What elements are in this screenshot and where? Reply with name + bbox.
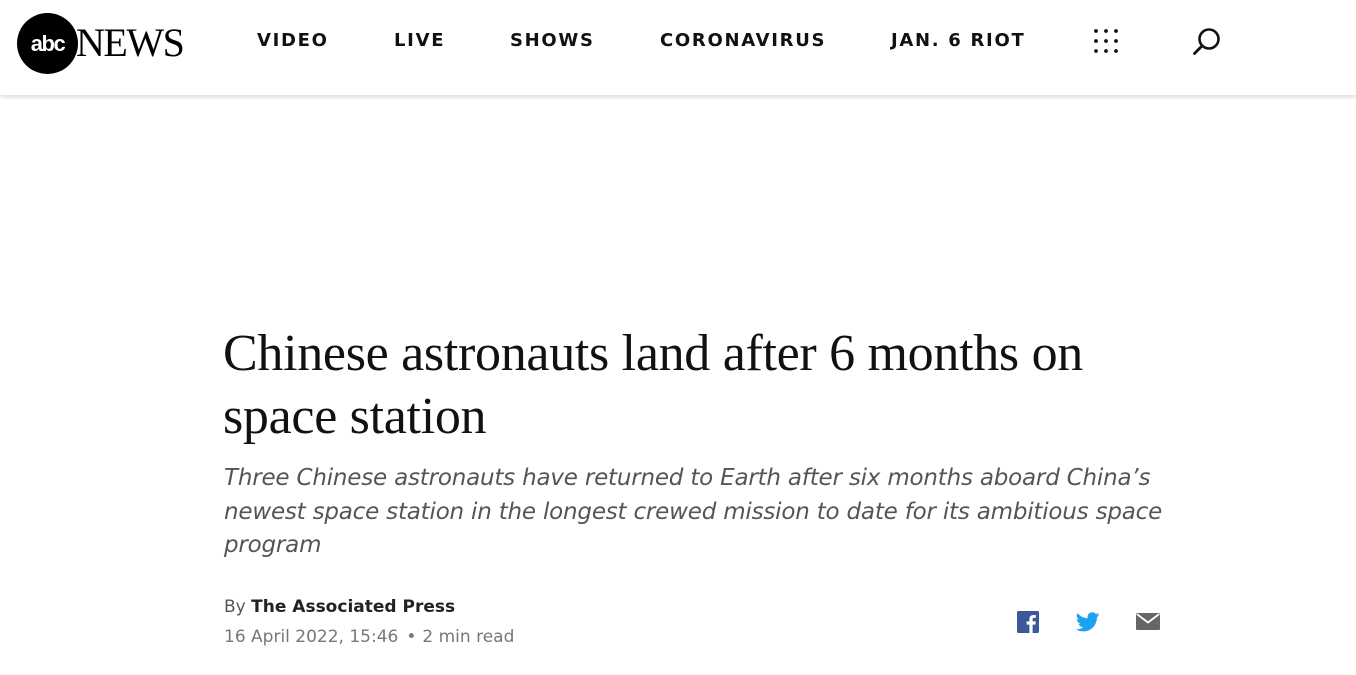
article-byline: By The Associated Press	[224, 596, 455, 618]
author-link[interactable]: The Associated Press	[251, 597, 455, 617]
byline-prefix: By	[224, 597, 246, 617]
abc-news-logo[interactable]: abc NEWS	[17, 13, 195, 75]
read-time: 2 min read	[422, 627, 515, 647]
grid-dots-icon[interactable]	[1091, 26, 1121, 56]
search-icon[interactable]	[1190, 26, 1224, 60]
meta-separator: •	[406, 627, 417, 647]
news-logo-wordmark: NEWS	[76, 20, 185, 65]
top-navigation-bar: abc NEWS VIDEO LIVE SHOWS CORONAVIRUS JA…	[0, 0, 1356, 95]
nav-item-video[interactable]: VIDEO	[257, 30, 329, 52]
nav-item-coronavirus[interactable]: CORONAVIRUS	[660, 30, 826, 52]
abc-logo-mark: abc	[17, 13, 78, 74]
twitter-icon[interactable]	[1075, 610, 1101, 634]
email-icon[interactable]	[1135, 610, 1161, 634]
article-headline: Chinese astronauts land after 6 months o…	[223, 325, 1083, 445]
article-subheadline: Three Chinese astronauts have returned t…	[224, 465, 1163, 558]
facebook-icon[interactable]	[1015, 610, 1041, 634]
article-meta: 16 April 2022, 15:46 • 2 min read	[224, 626, 514, 648]
nav-item-jan-6-riot[interactable]: JAN. 6 RIOT	[891, 30, 1025, 52]
publish-timestamp: 16 April 2022, 15:46	[224, 627, 399, 647]
nav-item-live[interactable]: LIVE	[394, 30, 445, 52]
nav-item-shows[interactable]: SHOWS	[510, 30, 595, 52]
